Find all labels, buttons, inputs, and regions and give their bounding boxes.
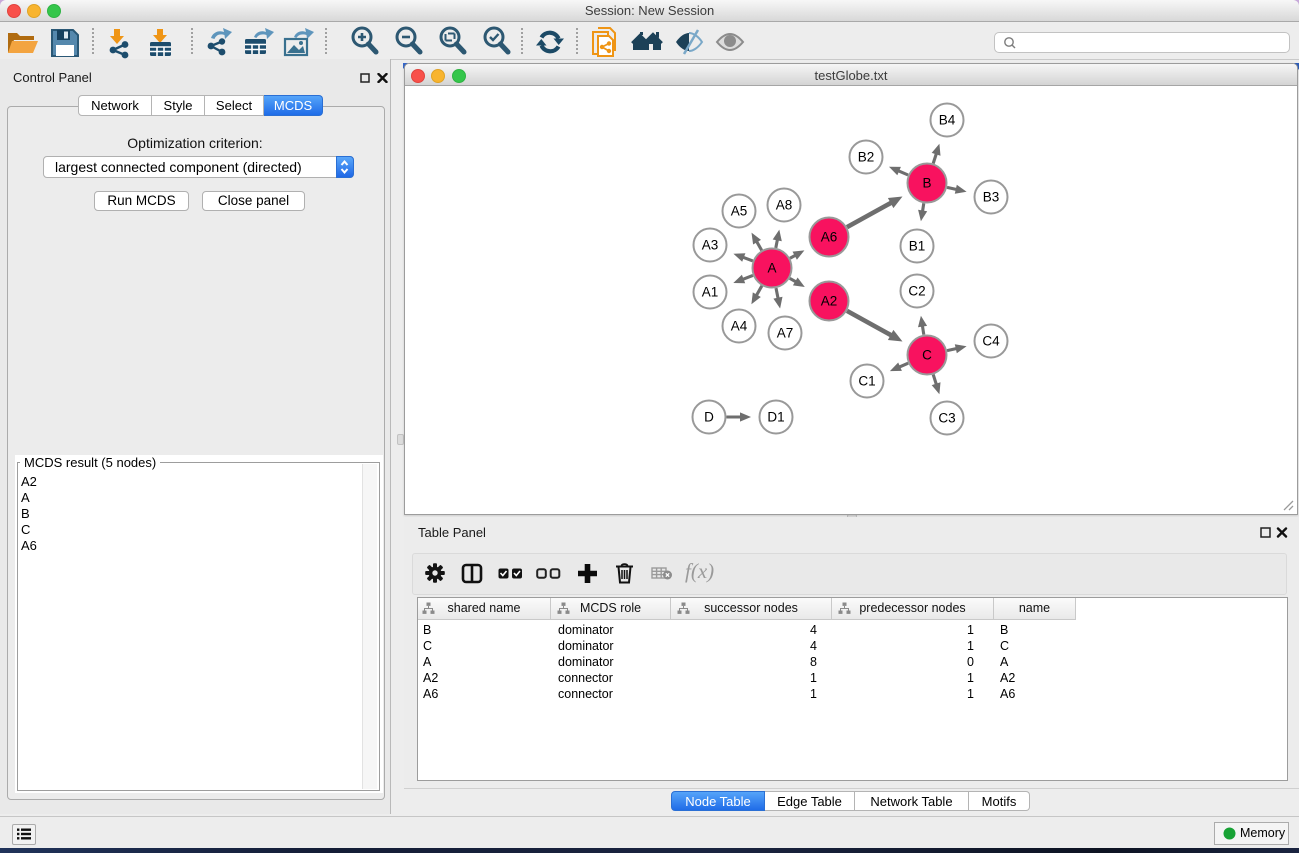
svg-text:B: B [922, 176, 931, 191]
svg-text:B1: B1 [909, 239, 926, 254]
svg-text:C4: C4 [982, 334, 1000, 349]
svg-text:A: A [767, 261, 776, 276]
svg-text:A8: A8 [776, 198, 793, 213]
svg-text:A4: A4 [731, 319, 748, 334]
svg-text:C2: C2 [908, 284, 925, 299]
svg-text:B4: B4 [939, 113, 956, 128]
svg-text:B2: B2 [858, 150, 875, 165]
svg-text:B3: B3 [983, 190, 1000, 205]
svg-text:D: D [704, 410, 714, 425]
svg-text:C1: C1 [858, 374, 875, 389]
svg-text:A6: A6 [821, 230, 838, 245]
svg-text:C3: C3 [938, 411, 955, 426]
svg-text:D1: D1 [767, 410, 784, 425]
svg-text:A5: A5 [731, 204, 748, 219]
svg-text:C: C [922, 348, 932, 363]
svg-text:A7: A7 [777, 326, 794, 341]
svg-text:A3: A3 [702, 238, 719, 253]
svg-text:A1: A1 [702, 285, 719, 300]
svg-text:A2: A2 [821, 294, 838, 309]
